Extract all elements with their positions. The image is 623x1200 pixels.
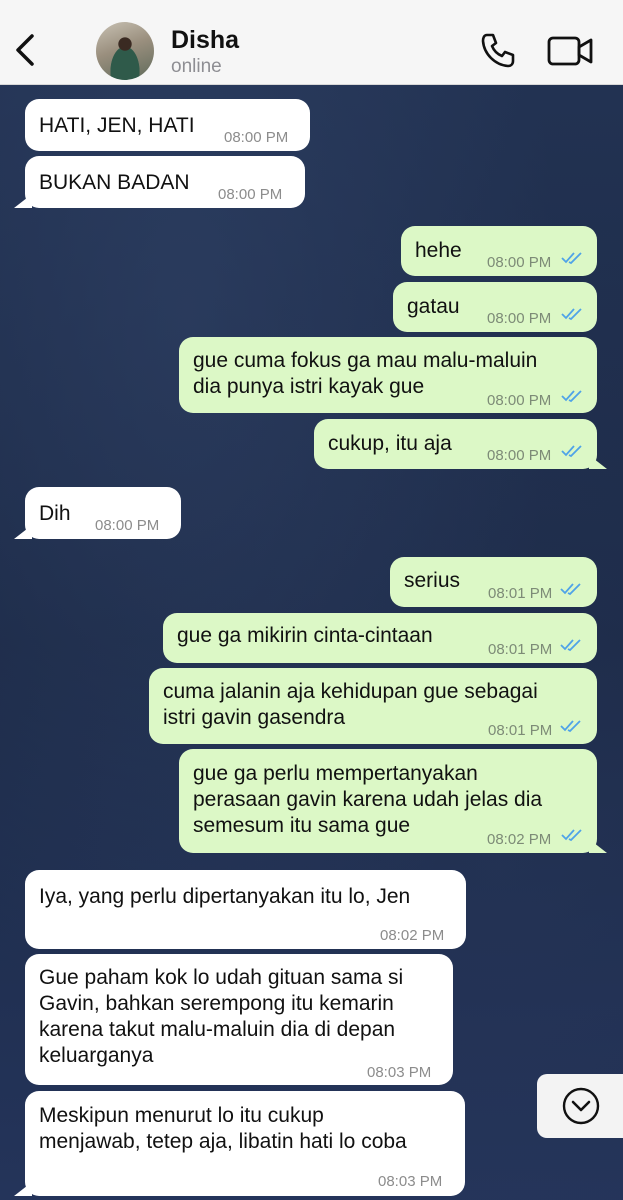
- message-time: 08:00 PM: [487, 447, 552, 464]
- message-bubble-outgoing[interactable]: serius 08:01 PM: [390, 557, 597, 607]
- message-bubble-outgoing[interactable]: cukup, itu aja 08:00 PM: [314, 419, 597, 469]
- message-bubble-incoming[interactable]: Iya, yang perlu dipertanyakan itu lo, Je…: [25, 870, 466, 949]
- message-text: gatau: [407, 295, 460, 318]
- message-bubble-incoming[interactable]: Meskipun menurut lo itu cukup menjawab, …: [25, 1091, 465, 1196]
- message-bubble-outgoing[interactable]: gue cuma fokus ga mau malu-maluin dia pu…: [179, 337, 597, 413]
- message-bubble-outgoing[interactable]: cuma jalanin aja kehidupan gue sebagai i…: [149, 668, 597, 744]
- message-text: BUKAN BADAN: [39, 171, 190, 194]
- scroll-to-bottom-button[interactable]: [537, 1074, 623, 1138]
- phone-icon: [481, 33, 515, 68]
- message-text: Dih: [39, 502, 71, 525]
- message-bubble-outgoing[interactable]: gue ga perlu mempertanyakan perasaan gav…: [179, 749, 597, 853]
- message-text: hehe: [415, 239, 462, 262]
- back-button[interactable]: [10, 30, 42, 70]
- bubble-tail: [589, 839, 607, 853]
- message-bubble-incoming[interactable]: Dih 08:00 PM: [25, 487, 181, 539]
- read-receipt-icon: [561, 252, 582, 265]
- message-text: cuma jalanin aja kehidupan gue sebagai i…: [163, 680, 538, 729]
- video-call-button[interactable]: [546, 34, 594, 68]
- message-text: Meskipun menurut lo itu cukup menjawab, …: [39, 1104, 407, 1153]
- chat-header: Disha online: [0, 0, 623, 85]
- message-time: 08:03 PM: [378, 1173, 443, 1190]
- chevron-down-circle-icon: [562, 1087, 600, 1125]
- voice-call-button[interactable]: [478, 30, 518, 70]
- bubble-tail: [14, 194, 32, 208]
- message-bubble-incoming[interactable]: HATI, JEN, HATI 08:00 PM: [25, 99, 310, 151]
- message-time: 08:00 PM: [224, 129, 289, 146]
- message-bubble-outgoing[interactable]: gue ga mikirin cinta-cintaan 08:01 PM: [163, 613, 597, 663]
- chevron-left-icon: [16, 34, 34, 66]
- contact-name[interactable]: Disha: [171, 26, 239, 55]
- read-receipt-icon: [561, 390, 582, 403]
- message-bubble-incoming[interactable]: Gue paham kok lo udah gituan sama si Gav…: [25, 954, 453, 1085]
- bubble-tail: [14, 525, 32, 539]
- read-receipt-icon: [561, 308, 582, 321]
- bubble-tail: [14, 1182, 32, 1196]
- video-camera-icon: [547, 36, 593, 66]
- read-receipt-icon: [560, 639, 581, 652]
- message-text: gue ga mikirin cinta-cintaan: [177, 624, 433, 647]
- message-bubble-outgoing[interactable]: gatau 08:00 PM: [393, 282, 597, 332]
- message-text: Iya, yang perlu dipertanyakan itu lo, Je…: [39, 885, 411, 908]
- message-time: 08:01 PM: [488, 641, 553, 658]
- message-bubble-incoming[interactable]: BUKAN BADAN 08:00 PM: [25, 156, 305, 208]
- message-time: 08:01 PM: [488, 585, 553, 602]
- message-time: 08:00 PM: [487, 310, 552, 327]
- message-time: 08:02 PM: [487, 831, 552, 848]
- read-receipt-icon: [561, 445, 582, 458]
- message-text: Gue paham kok lo udah gituan sama si Gav…: [39, 966, 404, 1067]
- read-receipt-icon: [560, 583, 581, 596]
- message-time: 08:00 PM: [487, 254, 552, 271]
- read-receipt-icon: [561, 829, 582, 842]
- message-time: 08:00 PM: [95, 517, 160, 534]
- message-time: 08:01 PM: [488, 722, 553, 739]
- message-bubble-outgoing[interactable]: hehe 08:00 PM: [401, 226, 597, 276]
- message-text: cukup, itu aja: [328, 432, 452, 455]
- bubble-tail: [589, 455, 607, 469]
- message-time: 08:00 PM: [487, 392, 552, 409]
- avatar[interactable]: [96, 22, 154, 80]
- message-text: gue cuma fokus ga mau malu-maluin dia pu…: [193, 349, 538, 398]
- message-text: serius: [404, 569, 461, 592]
- message-text: HATI, JEN, HATI: [39, 114, 195, 137]
- read-receipt-icon: [560, 720, 581, 733]
- contact-status: online: [171, 56, 222, 77]
- message-time: 08:00 PM: [218, 186, 283, 203]
- message-time: 08:03 PM: [367, 1064, 432, 1081]
- message-time: 08:02 PM: [380, 927, 445, 944]
